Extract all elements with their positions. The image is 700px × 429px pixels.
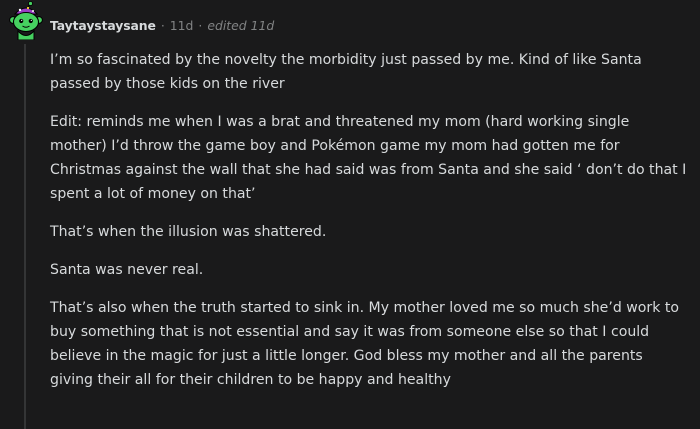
comment-paragraph: Santa was never real. [50,262,204,278]
username-link[interactable]: Taytaystaysane [50,18,156,33]
snoo-avatar-icon [9,1,43,41]
thread-line[interactable] [24,44,26,429]
separator-dot: · [160,17,165,33]
comment-header: Taytaystaysane · 11d · edited 11d [50,15,274,35]
comment-paragraph: I’m so fascinated by the novelty the mor… [50,52,642,92]
timestamp[interactable]: 11d [170,18,194,33]
user-avatar[interactable] [6,0,46,41]
comment-body: I’m so fascinated by the novelty the mor… [50,48,690,406]
comment-paragraph: Edit: reminds me when I was a brat and t… [50,114,687,202]
comment-paragraph: That’s also when the truth started to si… [50,300,679,388]
edited-timestamp: edited 11d [207,17,275,33]
comment-paragraph: That’s when the illusion was shattered. [50,224,327,240]
separator-dot: · [198,17,203,33]
comment: Taytaystaysane · 11d · edited 11d I’m so… [0,0,700,429]
